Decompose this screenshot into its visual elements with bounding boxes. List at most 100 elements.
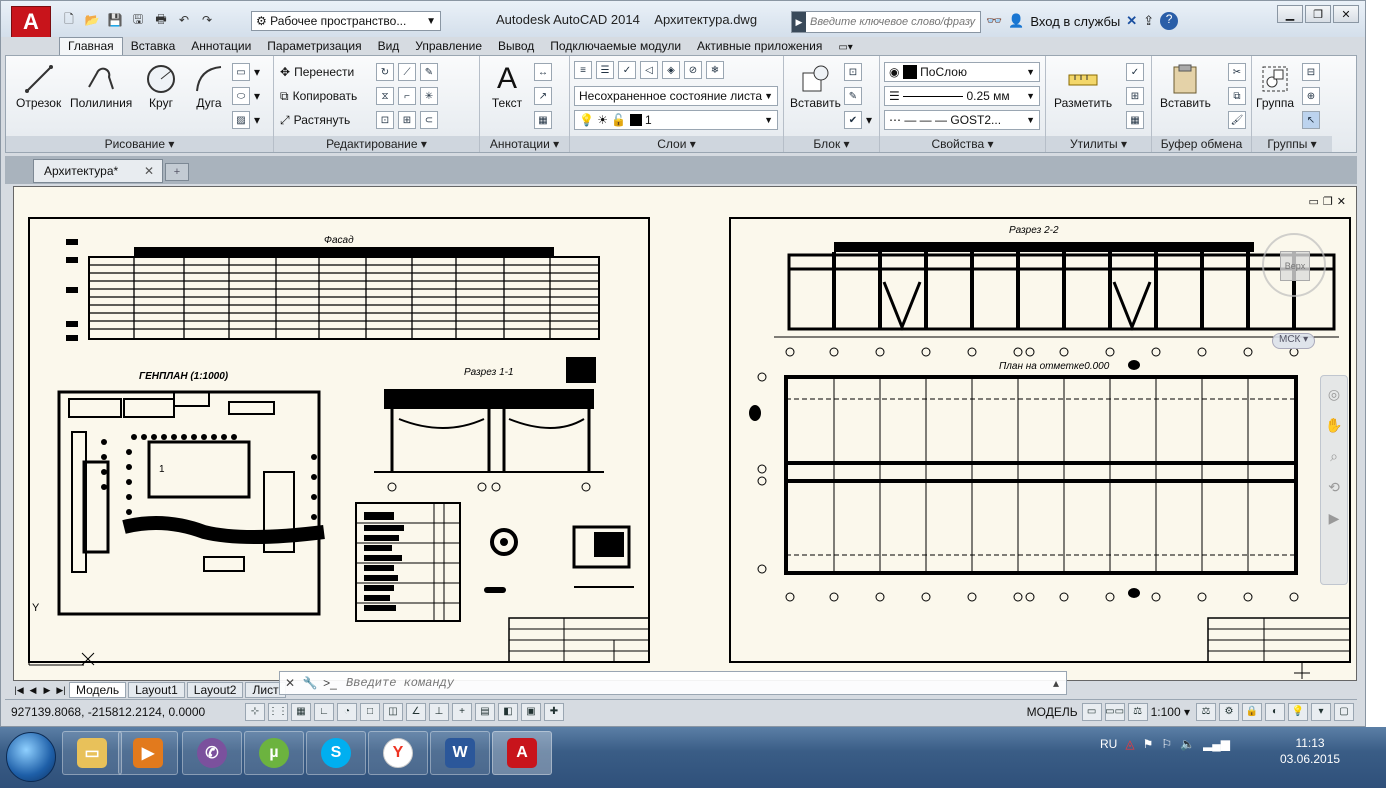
panel-block-title[interactable]: Блок ▾ [784,136,879,152]
volume-icon[interactable]: 🔈 [1180,737,1195,751]
rotate-icon[interactable]: ↻ [376,63,394,81]
prev-layout-icon[interactable]: ◀ [27,683,39,697]
new-file-icon[interactable]: 🗋 [59,11,79,29]
taskbar-explorer[interactable]: ▭ [62,731,122,775]
coordinates-readout[interactable]: 927139.8068, -215812.2124, 0.0000 [5,705,245,719]
circle-button[interactable]: Круг [144,62,178,110]
save-icon[interactable]: 💾 [105,11,125,29]
otrack-icon[interactable]: ∠ [406,702,426,721]
hatch-tool[interactable]: ▨ ▾ [232,110,260,130]
panel-layers-title[interactable]: Слои ▾ [570,136,783,152]
new-tab-button[interactable]: + [165,163,189,181]
infer-constraints-icon[interactable]: ⊹ [245,702,265,721]
tab-layout2[interactable]: Layout2 [186,682,244,698]
ucs-menu[interactable]: МСК ▾ [1272,333,1316,349]
viewcube[interactable]: Верх [1262,233,1326,297]
first-layout-icon[interactable]: |◀ [13,683,25,697]
panel-annotation-title[interactable]: Аннотации ▾ [480,136,569,152]
dyn-icon[interactable]: + [452,702,472,721]
fillet-icon[interactable]: ⌐ [398,87,416,105]
panel-properties-title[interactable]: Свойства ▾ [880,136,1045,152]
layer-states-icon[interactable]: ☰ [596,61,614,79]
annotation-scale-icon[interactable]: ⚖ [1127,702,1148,721]
edit-block[interactable]: ✎ [844,86,862,106]
start-button[interactable] [6,732,56,782]
ribbon-options-icon[interactable]: ▭▾ [830,41,860,55]
copy-button[interactable]: ⧉ Копировать [280,86,357,106]
quick-select[interactable]: ✓ [1126,62,1144,82]
toolbar-lock-icon[interactable]: 🔒 [1242,702,1262,721]
taskbar-viber[interactable]: ✆ [182,731,242,775]
osnap-icon[interactable]: □ [360,702,380,721]
taskbar-yandex[interactable]: Y [368,731,428,775]
taskbar-utorrent[interactable]: µ [244,731,304,775]
action-center-icon[interactable]: ⚑ [1143,737,1154,751]
taskbar-media[interactable]: ▶ [118,731,178,775]
wrench-icon[interactable]: 🔧 [300,673,320,693]
model-space-toggle[interactable]: МОДЕЛЬ [1023,705,1082,719]
ellipse-tool[interactable]: ⬭ ▾ [232,86,260,106]
tab-layout1[interactable]: Layout1 [128,682,185,698]
stretch-button[interactable]: ⤢ Растянуть [280,110,350,130]
edit-attributes[interactable]: ✔ ▾ [844,110,872,130]
array-icon[interactable]: ⊞ [398,111,416,129]
orbit-icon[interactable]: ⟲ [1328,479,1340,496]
polar-icon[interactable]: ◔ [337,702,357,721]
vp-close-icon[interactable]: ✕ [1337,195,1346,208]
group-select[interactable]: ↖ [1302,110,1320,130]
taskbar-skype[interactable]: S [306,731,366,775]
tab-model[interactable]: Модель [69,682,127,698]
close-button[interactable]: ✕ [1333,5,1359,23]
rectangle-tool[interactable]: ▭ ▾ [232,62,260,82]
copy-clip[interactable]: ⧉ [1228,86,1246,106]
help-icon[interactable]: ? [1160,12,1179,30]
trim-icon[interactable]: ⟋ [398,63,416,81]
color-dropdown[interactable]: ◉ ПоСлою ▼ [884,62,1040,82]
zoom-icon[interactable]: ⌕ [1330,448,1338,465]
layer-prev-icon[interactable]: ◁ [640,61,658,79]
layer-match-icon[interactable]: ✓ [618,61,636,79]
line-button[interactable]: Отрезок [16,62,61,110]
taskbar-autocad[interactable]: A [492,731,552,775]
layer-properties-icon[interactable]: ≡ [574,61,592,79]
mirror-icon[interactable]: ⧖ [376,87,394,105]
file-tab[interactable]: Архитектура* ✕ [33,159,163,183]
close-tab-icon[interactable]: ✕ [144,164,154,178]
annotation-visibility-icon[interactable]: ⚖ [1196,702,1216,721]
vp-minimize-icon[interactable]: ▭ [1309,195,1319,208]
group-button[interactable]: Группа [1256,62,1294,110]
expand-search-icon[interactable]: ▶ [792,12,806,32]
table-tool[interactable]: ▦ [534,110,552,130]
layer-off-icon[interactable]: ⊘ [684,61,702,79]
explode-icon[interactable]: ✳ [420,87,438,105]
lineweight-dropdown[interactable]: ☰ 0.25 мм ▼ [884,86,1040,106]
tab-home[interactable]: Главная [59,37,123,55]
search-input[interactable] [806,16,976,28]
isolate-objects-icon[interactable]: 💡 [1288,702,1308,721]
layer-freeze-icon[interactable]: ❄ [706,61,724,79]
tab-apps[interactable]: Активные приложения [689,38,830,55]
annotation-scale[interactable]: 1:100 ▾ [1151,705,1190,719]
panel-draw-title[interactable]: Рисование ▾ [6,136,273,152]
polyline-button[interactable]: Полилиния [70,62,132,110]
stay-connected-icon[interactable]: ⇪ [1143,13,1154,29]
clean-screen-icon[interactable]: ▢ [1334,702,1354,721]
command-history-icon[interactable]: ▴ [1046,673,1066,693]
ungroup[interactable]: ⊟ [1302,62,1320,82]
tab-annotate[interactable]: Аннотации [183,38,259,55]
grid-icon[interactable]: ▦ [291,702,311,721]
quick-view-layouts-icon[interactable]: ▭ [1081,702,1102,721]
print-icon[interactable]: 🖶 [151,11,171,29]
tab-output[interactable]: Вывод [490,38,542,55]
panel-modify-title[interactable]: Редактирование ▾ [274,136,479,152]
application-menu-button[interactable]: A [11,6,51,38]
tray-app-icon[interactable]: ◬ [1125,737,1134,751]
exchange-icon[interactable]: ✕ [1126,13,1137,29]
panel-clipboard-title[interactable]: Буфер обмена [1152,136,1251,152]
workspace-dropdown[interactable]: ⚙ Рабочее пространство... ▼ [251,11,441,31]
group-edit[interactable]: ⊕ [1302,86,1320,106]
next-layout-icon[interactable]: ▶ [41,683,53,697]
maximize-button[interactable]: ❐ [1305,5,1331,23]
language-indicator[interactable]: RU [1100,737,1117,751]
status-menu-icon[interactable]: ▾ [1311,702,1331,721]
